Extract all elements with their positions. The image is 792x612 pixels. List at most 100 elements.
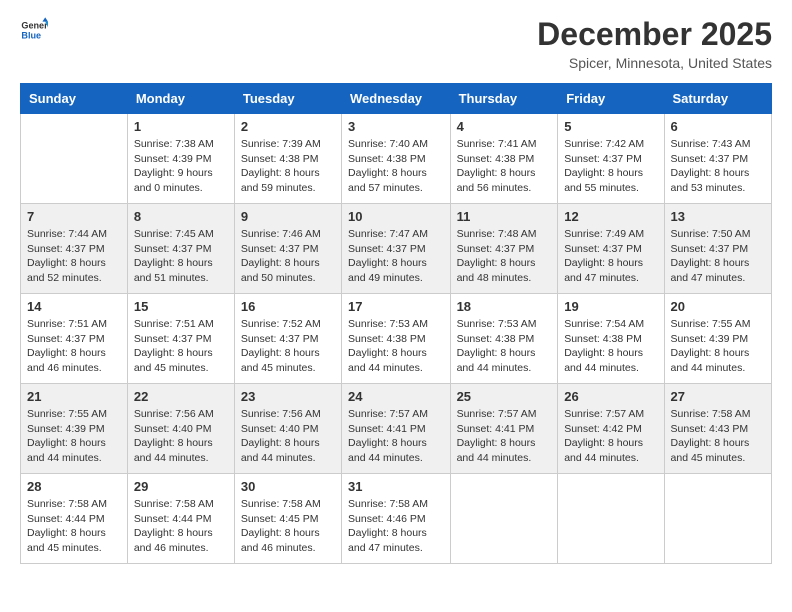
logo: General Blue xyxy=(20,16,48,44)
logo-icon: General Blue xyxy=(20,16,48,44)
cell-info: Sunrise: 7:57 AMSunset: 4:41 PMDaylight:… xyxy=(348,407,444,466)
cell-date-number: 19 xyxy=(564,299,657,314)
cell-date-number: 1 xyxy=(134,119,228,134)
cell-info: Sunrise: 7:48 AMSunset: 4:37 PMDaylight:… xyxy=(457,227,552,286)
calendar-cell: 10 Sunrise: 7:47 AMSunset: 4:37 PMDayligh… xyxy=(342,204,451,294)
cell-date-number: 31 xyxy=(348,479,444,494)
header-tuesday: Tuesday xyxy=(234,84,341,114)
cell-info: Sunrise: 7:44 AMSunset: 4:37 PMDaylight:… xyxy=(27,227,121,286)
cell-info: Sunrise: 7:51 AMSunset: 4:37 PMDaylight:… xyxy=(27,317,121,376)
cell-date-number: 30 xyxy=(241,479,335,494)
calendar-cell: 28 Sunrise: 7:58 AMSunset: 4:44 PMDayligh… xyxy=(21,474,128,564)
location: Spicer, Minnesota, United States xyxy=(537,55,772,71)
cell-info: Sunrise: 7:58 AMSunset: 4:46 PMDaylight:… xyxy=(348,497,444,556)
cell-info: Sunrise: 7:43 AMSunset: 4:37 PMDaylight:… xyxy=(671,137,765,196)
calendar-cell: 17 Sunrise: 7:53 AMSunset: 4:38 PMDayligh… xyxy=(342,294,451,384)
calendar-cell: 2 Sunrise: 7:39 AMSunset: 4:38 PMDaylight… xyxy=(234,114,341,204)
cell-date-number: 11 xyxy=(457,209,552,224)
cell-info: Sunrise: 7:46 AMSunset: 4:37 PMDaylight:… xyxy=(241,227,335,286)
cell-date-number: 8 xyxy=(134,209,228,224)
cell-info: Sunrise: 7:58 AMSunset: 4:44 PMDaylight:… xyxy=(27,497,121,556)
calendar-cell: 9 Sunrise: 7:46 AMSunset: 4:37 PMDaylight… xyxy=(234,204,341,294)
calendar-cell: 16 Sunrise: 7:52 AMSunset: 4:37 PMDayligh… xyxy=(234,294,341,384)
cell-date-number: 15 xyxy=(134,299,228,314)
cell-date-number: 10 xyxy=(348,209,444,224)
cell-info: Sunrise: 7:41 AMSunset: 4:38 PMDaylight:… xyxy=(457,137,552,196)
calendar-cell: 8 Sunrise: 7:45 AMSunset: 4:37 PMDaylight… xyxy=(127,204,234,294)
calendar-cell xyxy=(21,114,128,204)
cell-info: Sunrise: 7:58 AMSunset: 4:44 PMDaylight:… xyxy=(134,497,228,556)
cell-date-number: 2 xyxy=(241,119,335,134)
calendar-cell: 19 Sunrise: 7:54 AMSunset: 4:38 PMDayligh… xyxy=(558,294,664,384)
cell-date-number: 9 xyxy=(241,209,335,224)
header-thursday: Thursday xyxy=(450,84,558,114)
cell-info: Sunrise: 7:56 AMSunset: 4:40 PMDaylight:… xyxy=(134,407,228,466)
header-friday: Friday xyxy=(558,84,664,114)
cell-date-number: 28 xyxy=(27,479,121,494)
calendar-cell: 29 Sunrise: 7:58 AMSunset: 4:44 PMDayligh… xyxy=(127,474,234,564)
calendar-cell xyxy=(450,474,558,564)
calendar-cell: 5 Sunrise: 7:42 AMSunset: 4:37 PMDaylight… xyxy=(558,114,664,204)
cell-info: Sunrise: 7:53 AMSunset: 4:38 PMDaylight:… xyxy=(348,317,444,376)
cell-info: Sunrise: 7:57 AMSunset: 4:41 PMDaylight:… xyxy=(457,407,552,466)
cell-info: Sunrise: 7:45 AMSunset: 4:37 PMDaylight:… xyxy=(134,227,228,286)
calendar-cell: 15 Sunrise: 7:51 AMSunset: 4:37 PMDayligh… xyxy=(127,294,234,384)
calendar-header-row: SundayMondayTuesdayWednesdayThursdayFrid… xyxy=(21,84,772,114)
calendar-week-row: 1 Sunrise: 7:38 AMSunset: 4:39 PMDaylight… xyxy=(21,114,772,204)
cell-date-number: 24 xyxy=(348,389,444,404)
header-sunday: Sunday xyxy=(21,84,128,114)
month-title: December 2025 xyxy=(537,16,772,53)
calendar-table: SundayMondayTuesdayWednesdayThursdayFrid… xyxy=(20,83,772,564)
calendar-cell: 22Sunrise: 7:56 AMSunset: 4:40 PMDayligh… xyxy=(127,384,234,474)
cell-info: Sunrise: 7:42 AMSunset: 4:37 PMDaylight:… xyxy=(564,137,657,196)
cell-info: Sunrise: 7:39 AMSunset: 4:38 PMDaylight:… xyxy=(241,137,335,196)
header-monday: Monday xyxy=(127,84,234,114)
cell-info: Sunrise: 7:55 AMSunset: 4:39 PMDaylight:… xyxy=(671,317,765,376)
cell-date-number: 25 xyxy=(457,389,552,404)
title-area: December 2025 Spicer, Minnesota, United … xyxy=(537,16,772,71)
calendar-cell: 4 Sunrise: 7:41 AMSunset: 4:38 PMDaylight… xyxy=(450,114,558,204)
cell-date-number: 12 xyxy=(564,209,657,224)
svg-text:General: General xyxy=(21,21,48,31)
cell-date-number: 6 xyxy=(671,119,765,134)
cell-date-number: 5 xyxy=(564,119,657,134)
svg-text:Blue: Blue xyxy=(21,30,41,40)
calendar-cell: 26Sunrise: 7:57 AMSunset: 4:42 PMDayligh… xyxy=(558,384,664,474)
calendar-cell: 6 Sunrise: 7:43 AMSunset: 4:37 PMDaylight… xyxy=(664,114,771,204)
calendar-cell: 3 Sunrise: 7:40 AMSunset: 4:38 PMDaylight… xyxy=(342,114,451,204)
cell-date-number: 17 xyxy=(348,299,444,314)
cell-info: Sunrise: 7:50 AMSunset: 4:37 PMDaylight:… xyxy=(671,227,765,286)
cell-date-number: 29 xyxy=(134,479,228,494)
calendar-week-row: 21Sunrise: 7:55 AMSunset: 4:39 PMDayligh… xyxy=(21,384,772,474)
calendar-cell xyxy=(664,474,771,564)
calendar-cell: 18 Sunrise: 7:53 AMSunset: 4:38 PMDayligh… xyxy=(450,294,558,384)
cell-info: Sunrise: 7:54 AMSunset: 4:38 PMDaylight:… xyxy=(564,317,657,376)
cell-info: Sunrise: 7:40 AMSunset: 4:38 PMDaylight:… xyxy=(348,137,444,196)
calendar-cell: 30 Sunrise: 7:58 AMSunset: 4:45 PMDayligh… xyxy=(234,474,341,564)
header-wednesday: Wednesday xyxy=(342,84,451,114)
cell-date-number: 18 xyxy=(457,299,552,314)
cell-date-number: 13 xyxy=(671,209,765,224)
cell-date-number: 23 xyxy=(241,389,335,404)
cell-info: Sunrise: 7:47 AMSunset: 4:37 PMDaylight:… xyxy=(348,227,444,286)
cell-date-number: 3 xyxy=(348,119,444,134)
cell-date-number: 27 xyxy=(671,389,765,404)
calendar-cell: 1 Sunrise: 7:38 AMSunset: 4:39 PMDaylight… xyxy=(127,114,234,204)
calendar-cell: 12Sunrise: 7:49 AMSunset: 4:37 PMDayligh… xyxy=(558,204,664,294)
cell-date-number: 20 xyxy=(671,299,765,314)
cell-info: Sunrise: 7:56 AMSunset: 4:40 PMDaylight:… xyxy=(241,407,335,466)
calendar-cell: 13 Sunrise: 7:50 AMSunset: 4:37 PMDayligh… xyxy=(664,204,771,294)
cell-info: Sunrise: 7:53 AMSunset: 4:38 PMDaylight:… xyxy=(457,317,552,376)
cell-info: Sunrise: 7:58 AMSunset: 4:45 PMDaylight:… xyxy=(241,497,335,556)
cell-date-number: 21 xyxy=(27,389,121,404)
calendar-week-row: 14Sunrise: 7:51 AMSunset: 4:37 PMDayligh… xyxy=(21,294,772,384)
cell-info: Sunrise: 7:52 AMSunset: 4:37 PMDaylight:… xyxy=(241,317,335,376)
cell-info: Sunrise: 7:38 AMSunset: 4:39 PMDaylight:… xyxy=(134,137,228,196)
calendar-cell: 31 Sunrise: 7:58 AMSunset: 4:46 PMDayligh… xyxy=(342,474,451,564)
cell-date-number: 4 xyxy=(457,119,552,134)
cell-info: Sunrise: 7:51 AMSunset: 4:37 PMDaylight:… xyxy=(134,317,228,376)
calendar-cell: 24 Sunrise: 7:57 AMSunset: 4:41 PMDayligh… xyxy=(342,384,451,474)
calendar-cell: 14Sunrise: 7:51 AMSunset: 4:37 PMDayligh… xyxy=(21,294,128,384)
cell-date-number: 16 xyxy=(241,299,335,314)
cell-info: Sunrise: 7:57 AMSunset: 4:42 PMDaylight:… xyxy=(564,407,657,466)
